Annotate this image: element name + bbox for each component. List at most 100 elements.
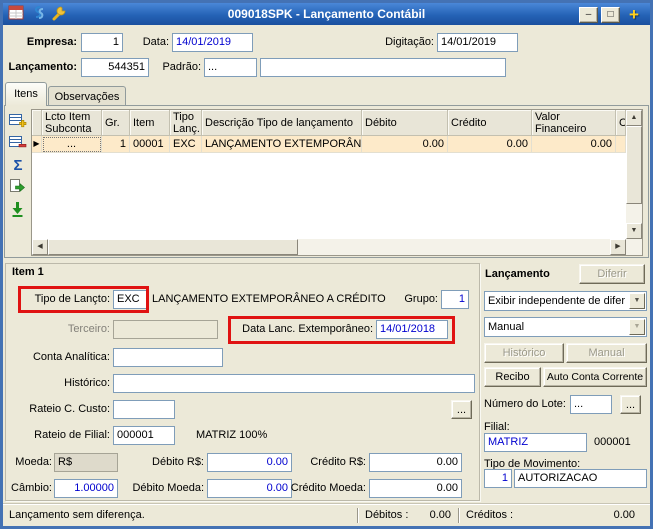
export-icon[interactable]	[8, 178, 28, 198]
tab-observacoes[interactable]: Observações	[48, 86, 126, 106]
rateio-filial-desc: MATRIZ 100%	[196, 429, 268, 441]
grid-cell-extra[interactable]	[616, 136, 626, 153]
last-record-icon[interactable]	[8, 200, 28, 220]
creditos-value: 0.00	[613, 509, 635, 521]
rateio-filial-label: Rateio de Filial:	[34, 429, 110, 441]
chevron-down-icon[interactable]: ▼	[629, 293, 645, 309]
window-title: 009018SPK - Lançamento Contábil	[227, 7, 426, 21]
scroll-left-icon[interactable]: ◀	[32, 239, 48, 255]
credito-moeda-label: Crédito Moeda:	[290, 482, 366, 494]
grid-cell-valor[interactable]: 0.00	[532, 136, 616, 153]
lote-field[interactable]: ...	[570, 395, 612, 414]
tipo-movimento-field[interactable]: 1	[484, 469, 512, 488]
grid-header-indicator	[32, 110, 42, 136]
conta-analitica-field[interactable]	[113, 348, 223, 367]
chevron-down-icon[interactable]: ▼	[629, 319, 645, 335]
lancamento-panel: Lançamento Diferir Exibir independente d…	[482, 263, 649, 501]
grid-header[interactable]: Lcto Item Subconta	[42, 110, 102, 136]
tipo-lancto-label: Tipo de Lançto:	[34, 293, 110, 305]
grid-header[interactable]: Co	[616, 110, 626, 136]
empresa-field[interactable]: 1	[81, 33, 123, 52]
vscroll-thumb[interactable]	[626, 126, 642, 204]
rateio-custo-label: Rateio C. Custo:	[29, 403, 110, 415]
scroll-down-icon[interactable]: ▼	[626, 223, 642, 239]
grid-header[interactable]: Descrição Tipo de lançamento	[202, 110, 362, 136]
grid-cell-credito[interactable]: 0.00	[448, 136, 532, 153]
padrao-desc-field[interactable]	[260, 58, 506, 77]
lancamento-field[interactable]: 544351	[81, 58, 149, 77]
modo-combo-value: Manual	[488, 321, 525, 333]
grid-header[interactable]: Tipo Lanç.	[170, 110, 202, 136]
digitacao-field[interactable]: 14/01/2019	[437, 33, 518, 52]
minimize-button[interactable]: –	[579, 7, 598, 23]
grid-header[interactable]: Valor Financeiro	[532, 110, 616, 136]
itens-tab-panel: Σ Lcto Item Subconta Gr. Item Tipo Lanç.…	[4, 105, 649, 258]
debito-rs-label: Débito R$:	[152, 456, 204, 468]
tipo-movimento-desc-field[interactable]: AUTORIZACAO	[514, 469, 647, 488]
diferir-button[interactable]: Diferir	[579, 264, 645, 284]
lote-label: Número do Lote:	[484, 398, 566, 410]
filial-code: 000001	[594, 436, 631, 448]
data-ext-field[interactable]: 14/01/2018	[376, 320, 448, 339]
credito-moeda-field[interactable]: 0.00	[369, 479, 462, 498]
maximize-button[interactable]: □	[601, 7, 620, 23]
rateio-custo-field[interactable]	[113, 400, 175, 419]
rateio-filial-field[interactable]: 000001	[113, 426, 175, 445]
grid-header[interactable]: Débito	[362, 110, 448, 136]
insert-row-icon[interactable]	[8, 112, 28, 132]
padrao-field[interactable]: ...	[204, 58, 257, 77]
grid-cell-debito[interactable]: 0.00	[362, 136, 448, 153]
moeda-label: Moeda:	[15, 456, 52, 468]
historico-label: Histórico:	[64, 377, 110, 389]
scroll-up-icon[interactable]: ▲	[626, 110, 642, 126]
grid-header[interactable]: Crédito	[448, 110, 532, 136]
grid-cell-tipo[interactable]: EXC	[170, 136, 202, 153]
grid-cell-gr[interactable]: 1	[102, 136, 130, 153]
grid-header-row: Lcto Item Subconta Gr. Item Tipo Lanç. D…	[32, 110, 626, 136]
debitos-value: 0.00	[429, 509, 451, 521]
grupo-field[interactable]: 1	[441, 290, 469, 309]
grid-cell-item[interactable]: 00001	[130, 136, 170, 153]
data-field[interactable]: 14/01/2019	[172, 33, 253, 52]
filial-field[interactable]: MATRIZ	[484, 433, 587, 452]
modo-combo[interactable]: Manual ▼	[484, 317, 647, 337]
data-ext-label: Data Lanc. Extemporâneo:	[242, 323, 373, 335]
grid-cell-descricao[interactable]: LANÇAMENTO EXTEMPORÂNE	[202, 136, 362, 153]
tipo-lancto-field[interactable]: EXC	[113, 290, 147, 309]
delete-row-icon[interactable]	[8, 134, 28, 154]
manual-button[interactable]: Manual	[566, 343, 647, 363]
lancamento-label: Lançamento:	[8, 61, 77, 73]
moeda-field: R$	[54, 453, 118, 472]
horizontal-scrollbar[interactable]: ◀ ▶	[32, 239, 626, 255]
debito-rs-field[interactable]: 0.00	[207, 453, 292, 472]
scrollbar-corner	[626, 239, 642, 255]
rateio-custo-browse-button[interactable]: ...	[451, 400, 472, 419]
sum-icon[interactable]: Σ	[8, 156, 28, 176]
grid-cell-subconta[interactable]: ...	[42, 136, 102, 153]
digitacao-label: Digitação:	[385, 36, 434, 48]
lote-browse-button[interactable]: ...	[620, 395, 641, 414]
grupo-label: Grupo:	[404, 293, 438, 305]
historico-button[interactable]: Histórico	[484, 343, 564, 363]
credito-rs-label: Crédito R$:	[310, 456, 366, 468]
creditos-label: Créditos :	[466, 509, 514, 521]
item-group-title: Item 1	[12, 266, 44, 278]
row-pointer-icon: ▶	[32, 136, 42, 153]
grid-row[interactable]: ▶ ... 1 00001 EXC LANÇAMENTO EXTEMPORÂNE…	[32, 136, 626, 153]
credito-rs-field[interactable]: 0.00	[369, 453, 462, 472]
grid-header[interactable]: Gr.	[102, 110, 130, 136]
plus-close-button[interactable]: +	[623, 6, 645, 24]
vertical-scrollbar[interactable]: ▲ ▼	[626, 110, 642, 239]
tipo-lancto-desc: LANÇAMENTO EXTEMPORÂNEO A CRÉDITO	[152, 293, 386, 305]
grid-header[interactable]: Item	[130, 110, 170, 136]
hscroll-thumb[interactable]	[48, 239, 298, 255]
titlebar[interactable]: 009018SPK - Lançamento Contábil – □ +	[3, 3, 650, 25]
cambio-field[interactable]: 1.00000	[54, 479, 118, 498]
historico-field[interactable]	[113, 374, 475, 393]
exibir-combo[interactable]: Exibir independente de difer ▼	[484, 291, 647, 311]
tab-itens[interactable]: Itens	[5, 82, 47, 106]
auto-conta-corrente-button[interactable]: Auto Conta Corrente	[543, 367, 647, 387]
scroll-right-icon[interactable]: ▶	[610, 239, 626, 255]
recibo-button[interactable]: Recibo	[484, 367, 541, 387]
padrao-label: Padrão:	[162, 61, 201, 73]
